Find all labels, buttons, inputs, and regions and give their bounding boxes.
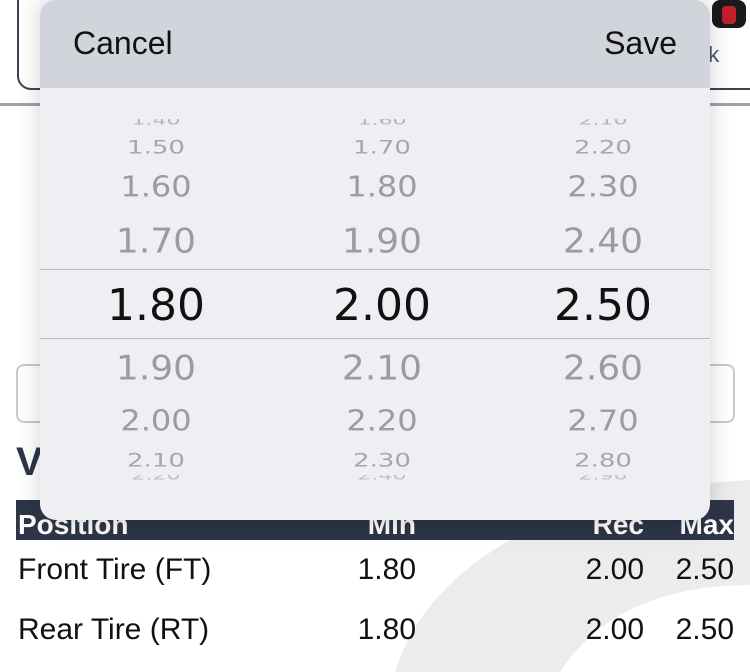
- wheel-selected-value[interactable]: 2.50: [513, 280, 693, 331]
- picker-wheel-min[interactable]: 1.40 1.50 1.60 1.70 1.80 1.90 2.00 2.10 …: [66, 88, 246, 520]
- wheel-option[interactable]: 2.80: [513, 451, 693, 472]
- table-row: Front Tire (FT) 1.80 2.00 2.50: [16, 540, 734, 600]
- picker-wheel-max[interactable]: 2.10 2.20 2.30 2.40 2.50 2.60 2.70 2.80 …: [513, 88, 693, 520]
- wheel-option[interactable]: 2.10: [292, 349, 472, 388]
- row-min: 1.80: [357, 553, 416, 586]
- table-row: Rear Tire (RT) 1.80 2.00 2.50: [16, 600, 734, 660]
- wheel-option[interactable]: 2.30: [292, 451, 472, 472]
- wheel-option[interactable]: 2.60: [513, 349, 693, 388]
- wheel-selected-value[interactable]: 2.00: [292, 280, 472, 331]
- wheel-option[interactable]: 2.00: [66, 404, 246, 437]
- wheel-option[interactable]: 2.20: [292, 404, 472, 437]
- wheel-option[interactable]: 1.90: [66, 349, 246, 388]
- wheel-option[interactable]: 2.70: [513, 404, 693, 437]
- wheel-option[interactable]: 2.20: [66, 475, 246, 481]
- picker-wheel-rec[interactable]: 1.60 1.70 1.80 1.90 2.00 2.10 2.20 2.30 …: [292, 88, 472, 520]
- wheel-option[interactable]: 2.10: [513, 119, 693, 127]
- wheel-option[interactable]: 1.70: [292, 138, 472, 159]
- row-position: Rear Tire (RT): [18, 613, 210, 646]
- save-button[interactable]: Save: [604, 25, 677, 62]
- tire-image-icon: [712, 0, 746, 28]
- wheel-option[interactable]: 1.60: [292, 119, 472, 127]
- row-max: 2.50: [675, 553, 734, 586]
- wheel-selected-value[interactable]: 1.80: [66, 280, 246, 331]
- cancel-button[interactable]: Cancel: [73, 25, 173, 62]
- wheel-option[interactable]: 2.40: [513, 222, 693, 261]
- row-rec: 2.00: [585, 613, 644, 646]
- pressure-picker-sheet: Cancel Save 1.40 1.50 1.60 1.70 1.80 1.9…: [40, 0, 710, 520]
- wheel-option[interactable]: 2.10: [66, 451, 246, 472]
- wheel-option[interactable]: 2.90: [513, 475, 693, 481]
- row-max: 2.50: [675, 613, 734, 646]
- wheel-option[interactable]: 2.40: [292, 475, 472, 481]
- wheel-option[interactable]: 2.20: [513, 138, 693, 159]
- pressure-table: Position Min Rec Max Front Tire (FT) 1.8…: [16, 500, 734, 660]
- row-position: Front Tire (FT): [18, 553, 212, 586]
- wheel-option[interactable]: 1.50: [66, 138, 246, 159]
- picker-toolbar: Cancel Save: [40, 0, 710, 88]
- row-min: 1.80: [357, 613, 416, 646]
- wheel-option[interactable]: 1.40: [66, 119, 246, 127]
- picker-wheels: 1.40 1.50 1.60 1.70 1.80 1.90 2.00 2.10 …: [40, 88, 710, 520]
- wheel-option[interactable]: 1.70: [66, 222, 246, 261]
- wheel-option[interactable]: 1.80: [292, 170, 472, 203]
- section-heading: V: [16, 440, 43, 484]
- wheel-option[interactable]: 2.30: [513, 170, 693, 203]
- wheel-option[interactable]: 1.60: [66, 170, 246, 203]
- wheel-option[interactable]: 1.90: [292, 222, 472, 261]
- row-rec: 2.00: [585, 553, 644, 586]
